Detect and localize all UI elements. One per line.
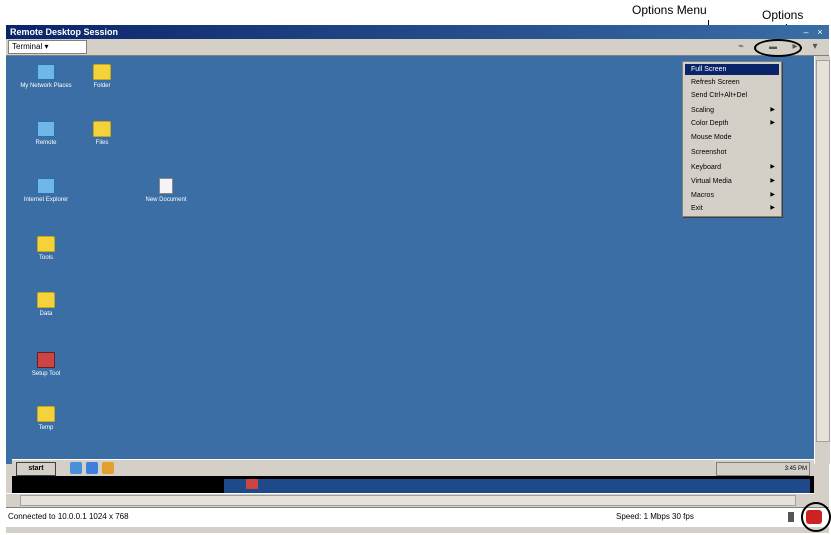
quick-launch-ie-icon[interactable] [86, 462, 98, 474]
desktop-icon[interactable]: Remote [16, 121, 76, 147]
quick-launch-media-icon[interactable] [102, 462, 114, 474]
connection-icon[interactable]: ⌁ [734, 40, 748, 53]
status-connection: Connected to 10.0.0.1 1024 x 768 [8, 512, 129, 521]
folder-icon [37, 236, 55, 252]
setup-tool-icon [37, 352, 55, 368]
menu-item-ctrl-alt-del[interactable]: Send Ctrl+Alt+Del [685, 90, 779, 101]
minimize-icon[interactable]: – [799, 26, 813, 38]
window-titlebar: Remote Desktop Session – × [6, 25, 829, 39]
window-toolbar: Terminal ▾ ⌁ ▬ ▸ ▾ [6, 39, 829, 56]
desktop-icon[interactable]: Data [16, 292, 76, 318]
options-menu: Full Screen Refresh Screen Send Ctrl+Alt… [682, 61, 782, 217]
vertical-scrollbar[interactable] [814, 56, 830, 464]
menu-item-refresh[interactable]: Refresh Screen [685, 77, 779, 88]
status-bar: Connected to 10.0.0.1 1024 x 768 Speed: … [6, 507, 829, 528]
menu-item-macros[interactable]: Macros ▶ [685, 190, 779, 201]
folder-icon [93, 121, 111, 137]
desktop-icon[interactable]: My Network Places [16, 64, 76, 90]
submenu-arrow-icon: ▶ [770, 107, 775, 113]
remote-taskbar: start 3:45 PM [12, 459, 814, 477]
menu-item-color-depth[interactable]: Color Depth ▶ [685, 118, 779, 129]
remote-console-window: Remote Desktop Session – × Terminal ▾ ⌁ … [6, 25, 830, 533]
menu-item-keyboard[interactable]: Keyboard ▶ [685, 162, 779, 173]
folder-icon [93, 64, 111, 80]
menu-item-screenshot[interactable]: Screenshot [685, 147, 779, 158]
menu-item-mouse-mode[interactable]: Mouse Mode [685, 132, 779, 143]
horizontal-scrollbar[interactable] [6, 493, 814, 506]
start-button[interactable]: start [16, 462, 56, 476]
desktop-icon[interactable]: Folder [72, 64, 132, 90]
desktop-icon[interactable]: Files [72, 121, 132, 147]
window-title: Remote Desktop Session [10, 27, 119, 37]
menu-item-exit[interactable]: Exit ▶ [685, 203, 779, 214]
submenu-arrow-icon: ▶ [770, 192, 775, 198]
quick-launch-desktop-icon[interactable] [70, 462, 82, 474]
toolbar-dropdown[interactable]: Terminal ▾ [8, 40, 87, 54]
submenu-arrow-icon: ▶ [770, 164, 775, 170]
submenu-arrow-icon: ▶ [770, 178, 775, 184]
options-annotation: Options [762, 8, 804, 22]
remote-icon [37, 121, 55, 137]
menu-item-virtual-media[interactable]: Virtual Media ▶ [685, 176, 779, 187]
window-bottom-strip [6, 527, 829, 533]
submenu-arrow-icon: ▶ [770, 120, 775, 126]
status-speed: Speed: 1 Mbps 30 fps [616, 512, 694, 521]
desktop-icon[interactable]: Tools [16, 236, 76, 262]
preview-app-icon [246, 479, 258, 489]
folder-icon [37, 406, 55, 422]
submenu-arrow-icon: ▶ [770, 205, 775, 211]
internet-explorer-icon [37, 178, 55, 194]
menu-item-full-screen[interactable]: Full Screen [685, 64, 779, 75]
vertical-scroll-thumb[interactable] [816, 60, 830, 442]
document-icon [159, 178, 173, 194]
status-highlight-circle [801, 502, 831, 532]
desktop-icon[interactable]: New Document [136, 178, 196, 204]
horizontal-scroll-thumb[interactable] [20, 495, 796, 506]
toolbar-dropdown-icon[interactable]: ▾ [808, 40, 822, 53]
options-menu-annotation: Options Menu [632, 3, 707, 17]
status-indicator-icon [788, 512, 794, 522]
desktop-icon[interactable]: Internet Explorer [16, 178, 76, 204]
network-places-icon [37, 64, 55, 80]
desktop-icon[interactable]: Setup Tool [16, 352, 76, 378]
menu-item-scaling[interactable]: Scaling ▶ [685, 105, 779, 116]
system-tray: 3:45 PM [716, 462, 810, 476]
close-icon[interactable]: × [813, 26, 827, 38]
desktop-icon[interactable]: Temp [16, 406, 76, 432]
remote-taskbar-preview [224, 479, 810, 493]
options-highlight-circle [754, 39, 802, 57]
folder-icon [37, 292, 55, 308]
